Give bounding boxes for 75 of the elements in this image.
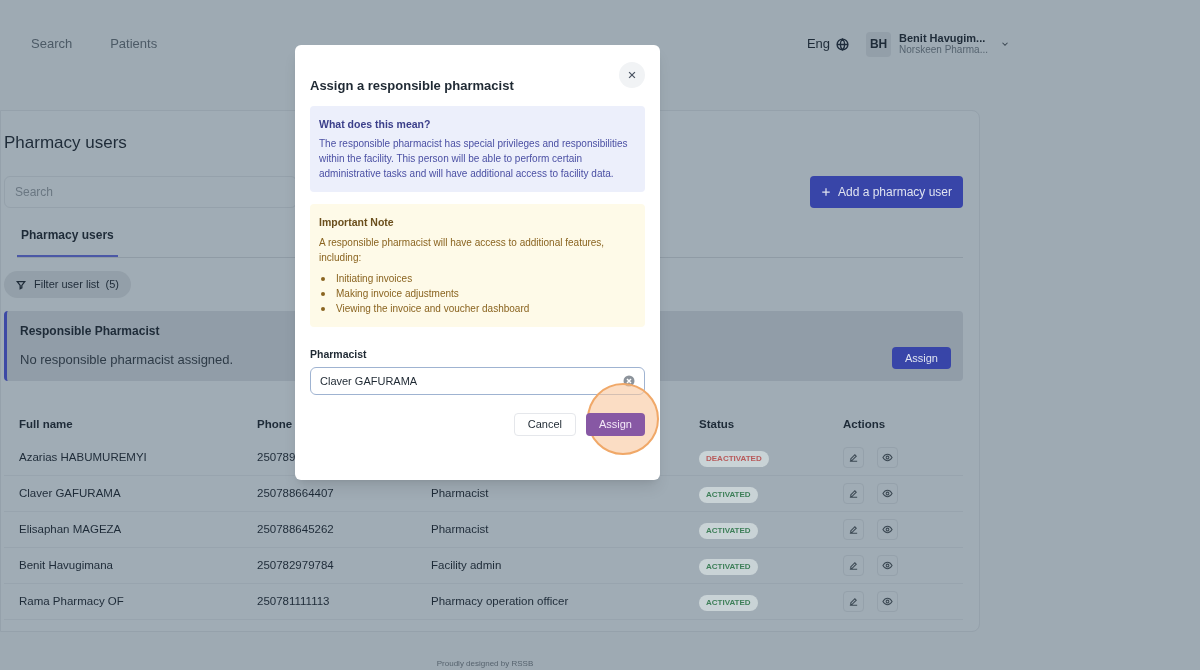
eye-icon <box>882 452 893 463</box>
pencil-icon <box>848 524 859 535</box>
edit-button[interactable] <box>843 483 864 504</box>
view-button[interactable] <box>877 483 898 504</box>
status-badge: ACTIVATED <box>699 522 758 539</box>
table-cell-text: 250789 <box>257 449 297 465</box>
assign-button[interactable]: Assign <box>891 347 951 369</box>
cancel-button[interactable]: Cancel <box>513 412 576 436</box>
view-button[interactable] <box>877 519 898 540</box>
avatar[interactable]: BH <box>866 31 892 57</box>
eye-icon <box>882 560 893 571</box>
table-cell-text: Pharmacy operation officer <box>431 593 570 609</box>
info-text: The responsible pharmacist has special privileges and responsibilities within the facility. This person will be able to perform certain administrative tasks and will have additional access to facility data. <box>319 137 629 182</box>
column-header: Phone <box>257 417 294 433</box>
pencil-icon <box>848 596 859 607</box>
close-icon <box>627 70 637 80</box>
tab[interactable]: Pharmacy users <box>17 226 118 257</box>
table-cell-text: Elisaphan MAGEZA <box>19 521 123 537</box>
pharmacist-field[interactable]: Claver GAFURAMA <box>310 366 645 395</box>
table-cell-text: Pharmacist <box>431 485 490 501</box>
close-button[interactable] <box>619 62 645 88</box>
table-cell-text: Claver GAFURAMA <box>19 485 122 501</box>
eye-icon <box>882 596 893 607</box>
table-cell-text: 250782979784 <box>257 557 335 573</box>
column-header: Actions <box>843 417 887 433</box>
info-title: What does this mean? <box>319 116 432 132</box>
pencil-icon <box>848 488 859 499</box>
field-label: Pharmacist <box>310 347 368 362</box>
user-name: Benit Havugim... <box>899 32 986 44</box>
filter-icon <box>16 279 26 290</box>
user-organization: Norskeen Pharma... <box>899 44 988 56</box>
note-title: Important Note <box>319 215 395 231</box>
pencil-icon <box>848 560 859 571</box>
plus-icon <box>820 187 831 197</box>
status-badge: ACTIVATED <box>699 594 758 611</box>
table-cell-text: Azarias HABUMUREMYI <box>19 449 148 465</box>
view-button[interactable] <box>877 447 898 468</box>
language-label: Eng <box>806 35 831 54</box>
bullet-icon <box>321 276 325 281</box>
pencil-icon <box>848 452 859 463</box>
bullet-icon <box>321 291 325 296</box>
eye-icon <box>882 524 893 535</box>
banner-title: Responsible Pharmacist <box>20 323 161 341</box>
table-cell-text: 250788645262 <box>257 521 335 537</box>
view-button[interactable] <box>877 555 898 576</box>
edit-button[interactable] <box>843 555 864 576</box>
eye-icon <box>882 488 893 499</box>
status-badge: ACTIVATED <box>699 558 758 575</box>
filter-button[interactable]: Filter user list (5) <box>4 271 131 298</box>
add-user-button[interactable]: Add a pharmacy user <box>810 176 963 208</box>
note-text: A responsible pharmacist will have access to additional features, including: <box>319 236 606 265</box>
bullet-icon <box>321 306 325 311</box>
status-badge: ACTIVATED <box>699 486 758 503</box>
globe-icon <box>836 37 850 51</box>
table-cell-text: Benit Havugimana <box>19 557 114 573</box>
note-item: Making invoice adjustments <box>336 287 459 301</box>
edit-button[interactable] <box>843 519 864 540</box>
view-button[interactable] <box>877 591 898 612</box>
column-header: Full name <box>19 417 74 433</box>
table-cell-text: 250781111113 <box>257 593 331 609</box>
note-item: Viewing the invoice and voucher dashboard <box>336 302 530 316</box>
table-cell-text: Facility admin <box>431 557 503 573</box>
table-cell-text: 250788664407 <box>257 485 335 501</box>
confirm-assign-button[interactable]: Assign <box>585 412 645 436</box>
edit-button[interactable] <box>843 591 864 612</box>
status-badge: DEACTIVATED <box>699 450 769 467</box>
banner-text: No responsible pharmacist assigned. <box>20 351 234 370</box>
column-header: Status <box>699 417 736 433</box>
edit-button[interactable] <box>843 447 864 468</box>
dialog-title: Assign a responsible pharmacist <box>310 77 514 95</box>
page-title: Pharmacy users <box>4 133 127 153</box>
clear-icon[interactable] <box>623 374 635 387</box>
table-cell-text: Rama Pharmacy OF <box>19 593 125 609</box>
note-item: Initiating invoices <box>336 272 413 286</box>
table-cell-text: Pharmacist <box>431 521 490 537</box>
